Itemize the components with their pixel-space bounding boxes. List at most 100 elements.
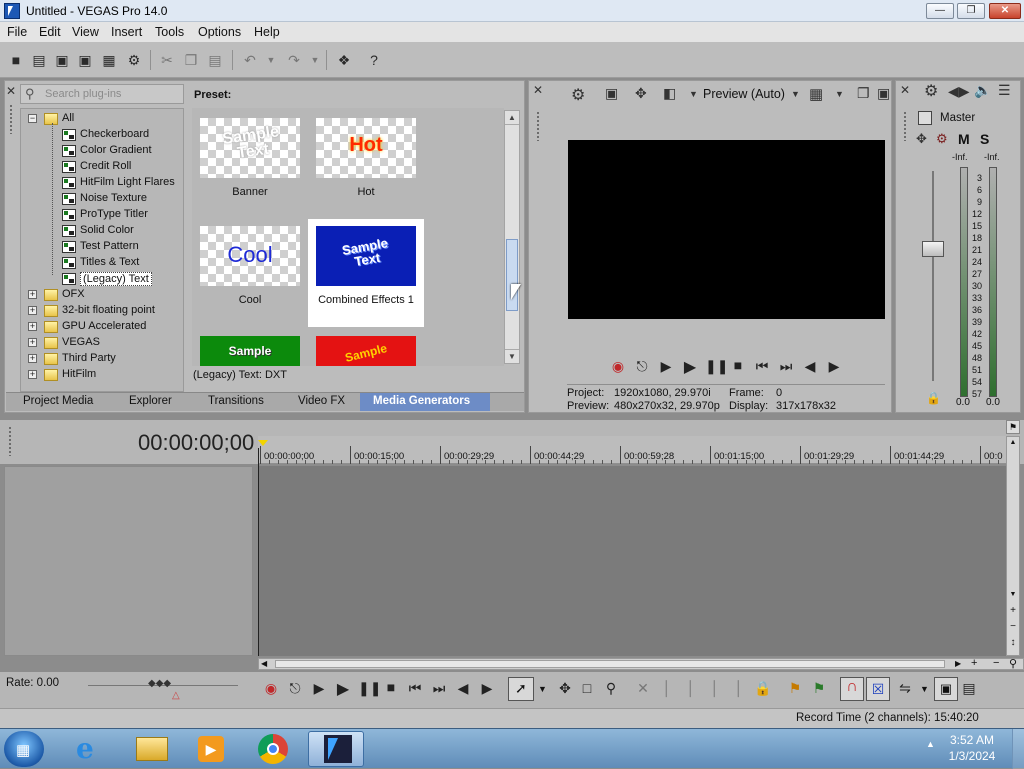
go-to-start-icon[interactable]: ⏮ <box>406 680 424 697</box>
play-from-start-icon[interactable]: ▶ <box>310 680 328 697</box>
plugin-tree-item[interactable]: HitFilm <box>62 368 96 380</box>
loop-region-marker-icon[interactable] <box>258 440 268 446</box>
scroll-down-icon[interactable]: ▼ <box>1007 589 1019 601</box>
next-frame-icon[interactable]: ▶ <box>478 680 496 697</box>
loop-icon[interactable]: ⎋ <box>286 680 304 697</box>
plugin-tree-item[interactable]: HitFilm Light Flares <box>80 176 175 188</box>
expand-icon[interactable]: + <box>28 354 37 363</box>
properties-icon[interactable]: ⚙ <box>124 50 144 70</box>
zoom-in-icon[interactable]: + <box>1007 605 1019 617</box>
preset-thumb-red[interactable]: Sample <box>316 336 416 366</box>
maximize-button[interactable]: ❐ <box>957 3 985 19</box>
menu-view[interactable]: View <box>72 25 99 39</box>
record-icon[interactable]: ◉ <box>262 680 280 697</box>
overlays-grid-icon[interactable]: ▦ <box>809 85 823 103</box>
panel-grip[interactable] <box>8 426 12 456</box>
panel-grip[interactable] <box>536 111 540 141</box>
timeline-hscrollbar[interactable]: ◀ ▶ + − ⚲ <box>258 657 1024 670</box>
split-icon[interactable]: │ <box>706 680 724 696</box>
expand-icon[interactable]: + <box>28 370 37 379</box>
copy-snapshot-icon[interactable]: ❐ <box>857 85 870 102</box>
plugin-search-input[interactable]: ⚲ Search plug-ins <box>20 84 184 104</box>
zoom-tool-icon[interactable]: ⚲ <box>602 680 620 697</box>
plugin-icon[interactable]: ❖ <box>334 50 354 70</box>
lock-icon[interactable]: 🔒 <box>754 680 772 697</box>
preset-scrollbar[interactable]: ▲ ▼ <box>504 110 520 364</box>
marker-flag-icon[interactable]: ⚑ <box>1006 420 1020 434</box>
expand-icon[interactable]: + <box>28 338 37 347</box>
marker-icon[interactable]: ⚑ <box>786 680 804 697</box>
preset-thumb-banner[interactable]: Sample Text <box>200 118 300 178</box>
loop-icon[interactable]: ⎋ <box>633 358 651 375</box>
timeline-vscrollbar[interactable]: ▲ ▼ + − ↕ <box>1006 436 1020 656</box>
taskbar-date[interactable]: 1/3/2024 <box>946 749 998 763</box>
paste-icon[interactable]: ▤ <box>205 50 225 70</box>
plugin-tree-item[interactable]: Third Party <box>62 352 116 364</box>
zoom-tool-icon[interactable]: ⚲ <box>1009 657 1017 670</box>
split-view-icon[interactable]: ◧ <box>663 85 676 102</box>
scroll-up-icon[interactable]: ▲ <box>1007 437 1019 449</box>
downmix-icon[interactable]: ◀▶ <box>948 83 970 100</box>
go-to-start-icon[interactable]: ⏮ <box>753 358 771 375</box>
preset-thumb-hot[interactable]: Hot <box>316 118 416 178</box>
region-icon[interactable]: ⚑ <box>810 680 828 697</box>
mute-button[interactable]: M <box>958 131 970 147</box>
plugin-tree-item[interactable]: VEGAS <box>62 336 100 348</box>
preset-label-combined-effects-1[interactable]: Combined Effects 1 <box>308 294 424 306</box>
taskbar-chrome[interactable] <box>246 731 302 767</box>
panel-grip[interactable] <box>9 104 13 134</box>
scroll-down-icon[interactable]: ▼ <box>505 349 519 363</box>
plugin-tree-item[interactable]: Credit Roll <box>80 160 131 172</box>
previous-frame-icon[interactable]: ◀ <box>801 358 819 375</box>
vegas-app-icon[interactable] <box>4 3 20 19</box>
envelope-tool-icon[interactable]: ✥ <box>556 680 574 697</box>
scroll-right-icon[interactable]: ▶ <box>955 659 961 668</box>
preset-label-banner[interactable]: Banner <box>192 186 308 198</box>
lock-icon[interactable]: 🔒 <box>926 391 941 405</box>
undo-dropdown-icon[interactable]: ▼ <box>261 50 281 70</box>
cut-icon[interactable]: ✂ <box>157 50 177 70</box>
pause-icon[interactable]: ❚❚ <box>705 358 728 375</box>
undo-icon[interactable]: ↶ <box>240 50 260 70</box>
menu-tools[interactable]: Tools <box>155 25 184 39</box>
play-icon[interactable]: ▶ <box>334 679 352 699</box>
solo-button[interactable]: S <box>980 131 989 147</box>
open-icon[interactable]: ▤ <box>29 50 49 70</box>
plugin-tree-item[interactable]: 32-bit floating point <box>62 304 155 316</box>
play-from-start-icon[interactable]: ▶ <box>657 358 675 375</box>
tab-transitions[interactable]: Transitions <box>208 395 264 407</box>
resize-icon[interactable]: ↕ <box>1007 637 1019 649</box>
copy-icon[interactable]: ❐ <box>181 50 201 70</box>
timeline-ruler[interactable]: 00:00:00;00 00:00:15;00 00:00:29;29 00:00:4… <box>258 436 1017 464</box>
panel-grip[interactable] <box>903 111 907 141</box>
close-icon[interactable]: ✕ <box>900 83 910 97</box>
mixer-settings-icon[interactable]: ⚙ <box>924 81 938 101</box>
go-to-end-icon[interactable]: ⏭ <box>430 680 448 697</box>
preset-thumb-green[interactable]: Sample <box>200 336 300 366</box>
new-icon[interactable]: ■ <box>6 50 26 70</box>
ripple-edit-icon[interactable]: ⇋ <box>896 680 914 697</box>
plugin-tree-item[interactable]: All <box>62 112 74 124</box>
track-list[interactable] <box>4 466 253 656</box>
tab-project-media[interactable]: Project Media <box>23 395 93 407</box>
preset-label-hot[interactable]: Hot <box>308 186 424 198</box>
speaker-icon[interactable]: 🔈 <box>974 82 991 99</box>
expand-icon[interactable]: + <box>28 290 37 299</box>
next-frame-icon[interactable]: ▶ <box>825 358 843 375</box>
show-desktop-button[interactable] <box>1012 729 1024 769</box>
chevron-down-icon[interactable]: ▼ <box>791 89 800 99</box>
stop-icon[interactable]: ■ <box>729 357 747 373</box>
chevron-down-icon[interactable]: ▼ <box>835 89 844 99</box>
expand-icon[interactable]: + <box>28 306 37 315</box>
menu-options[interactable]: Options <box>198 25 241 39</box>
timeline-track-area[interactable] <box>258 466 1006 656</box>
preset-label-cool[interactable]: Cool <box>192 294 308 306</box>
taskbar-internet-explorer[interactable]: e <box>62 731 118 767</box>
plugin-tree-item[interactable]: Checkerboard <box>80 128 149 140</box>
selection-tool-icon[interactable]: □ <box>578 680 596 696</box>
redo-icon[interactable]: ↷ <box>284 50 304 70</box>
go-to-end-icon[interactable]: ⏭ <box>777 358 795 375</box>
previous-frame-icon[interactable]: ◀ <box>454 680 472 697</box>
preview-settings-icon[interactable]: ⚙ <box>571 85 585 105</box>
scroll-thumb[interactable] <box>506 239 518 311</box>
